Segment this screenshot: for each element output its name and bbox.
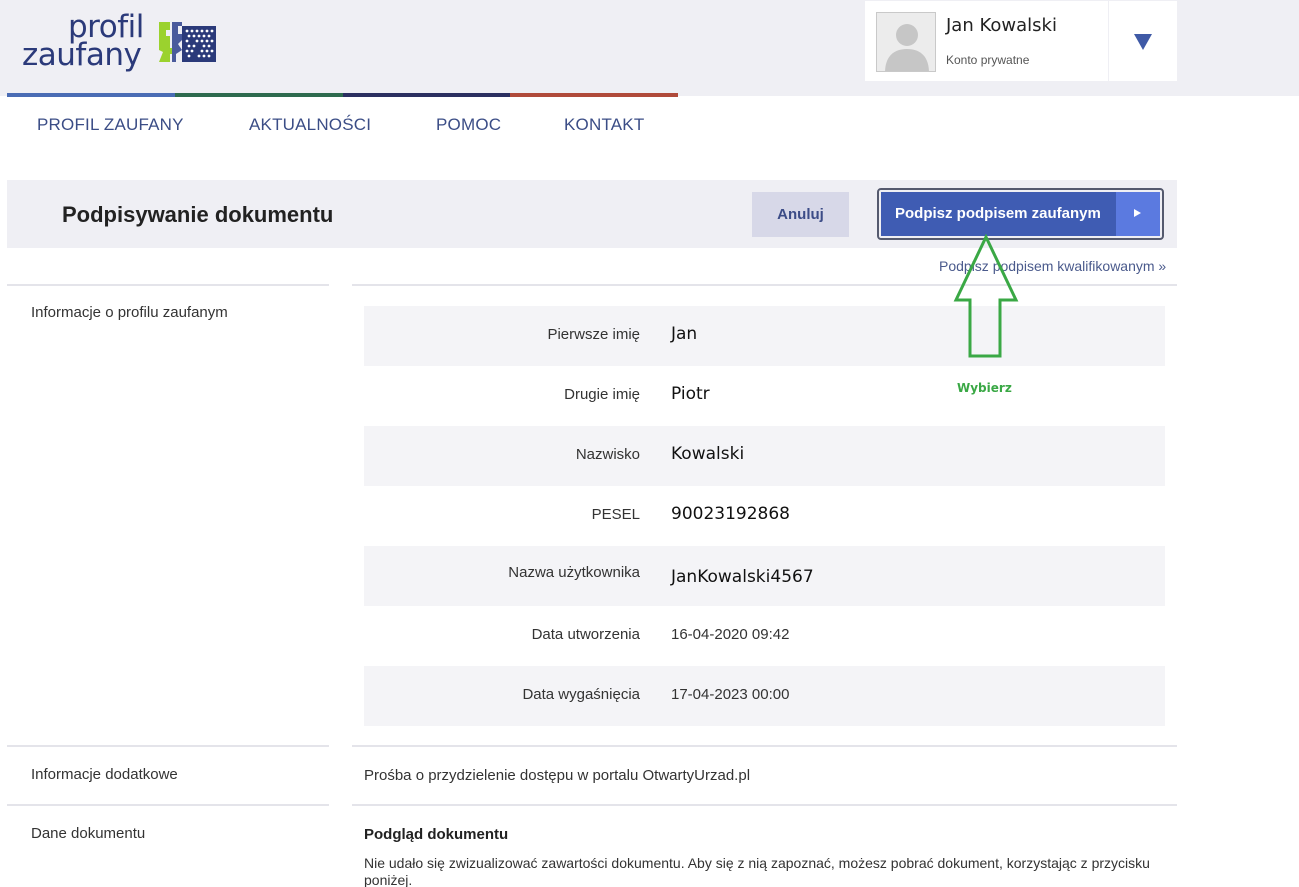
logo-mark-icon	[159, 22, 216, 62]
info-label: Data utworzenia	[531, 626, 640, 643]
info-label: Nazwisko	[575, 446, 640, 463]
main-nav: PROFIL ZAUFANY AKTUALNOŚCI POMOC KONTAKT	[7, 97, 707, 153]
info-row-pesel: PESEL 90023192868	[364, 486, 1165, 546]
separator	[7, 745, 329, 747]
section-label-document: Dane dokumentu	[31, 825, 146, 842]
sign-button-focus-ring: Podpisz podpisem zaufanym	[877, 188, 1164, 240]
info-row-surname: Nazwisko Kowalski	[364, 426, 1165, 486]
separator	[7, 284, 329, 286]
sign-trusted-button-label: Podpisz podpisem zaufanym	[895, 205, 1101, 222]
user-silhouette-icon	[876, 12, 936, 72]
info-value: Piotr	[671, 384, 710, 404]
info-value: 17-04-2023 00:00	[671, 686, 790, 703]
info-row-second-name: Drugie imię Piotr	[364, 366, 1165, 426]
annotation-label: Wybierz	[957, 381, 1012, 395]
info-label: PESEL	[591, 506, 640, 523]
separator	[352, 284, 1177, 286]
user-name: Jan Kowalski	[946, 15, 1057, 36]
extra-info-text: Prośba o przydzielenie dostępu w portalu…	[364, 767, 751, 784]
cancel-button[interactable]: Anuluj	[752, 192, 849, 237]
document-preview-text: Nie udało się zwizualizować zawartości d…	[364, 855, 1150, 887]
sign-trusted-button[interactable]: Podpisz podpisem zaufanym	[881, 192, 1160, 236]
nav-item-kontakt[interactable]: KONTAKT	[564, 115, 644, 135]
section-label-extra-info: Informacje dodatkowe	[31, 766, 178, 783]
separator	[352, 804, 1177, 806]
info-row-username: Nazwa użytkownika JanKowalski4567	[364, 546, 1165, 606]
user-menu[interactable]: Jan Kowalski Konto prywatne	[865, 1, 1108, 81]
nav-item-profil-zaufany[interactable]: PROFIL ZAUFANY	[37, 115, 184, 135]
logo-text-line2: zaufany	[22, 37, 142, 73]
document-preview-title: Podgląd dokumentu	[364, 826, 509, 843]
info-value: JanKowalski4567	[671, 567, 814, 587]
info-row-created-date: Data utworzenia 16-04-2020 09:42	[364, 606, 1165, 666]
sign-button-arrow	[1116, 192, 1160, 236]
separator	[352, 745, 1177, 747]
play-arrow-icon	[1134, 209, 1141, 217]
separator	[7, 804, 329, 806]
info-row-expiry-date: Data wygaśnięcia 17-04-2023 00:00	[364, 666, 1165, 726]
info-value: 90023192868	[671, 504, 790, 524]
user-account-type: Konto prywatne	[946, 53, 1030, 67]
info-value: Kowalski	[671, 444, 745, 464]
section-label-profile-info: Informacje o profilu zaufanym	[31, 304, 228, 321]
info-label: Data wygaśnięcia	[522, 686, 640, 703]
info-label: Drugie imię	[564, 386, 640, 403]
info-label: Pierwsze imię	[547, 326, 640, 343]
info-label: Nazwa użytkownika	[508, 564, 640, 581]
logo[interactable]: profil zaufany	[22, 12, 222, 74]
info-value: Jan	[671, 324, 698, 344]
triangle-down-icon	[1134, 34, 1152, 50]
nav-item-pomoc[interactable]: POMOC	[436, 115, 501, 135]
nav-item-aktualnosci[interactable]: AKTUALNOŚCI	[249, 115, 371, 135]
page-title: Podpisywanie dokumentu	[62, 202, 334, 227]
info-value: 16-04-2020 09:42	[671, 626, 790, 643]
info-row-first-name: Pierwsze imię Jan	[364, 306, 1165, 366]
arrow-up-icon	[953, 234, 1019, 358]
user-menu-toggle-button[interactable]	[1109, 1, 1177, 81]
